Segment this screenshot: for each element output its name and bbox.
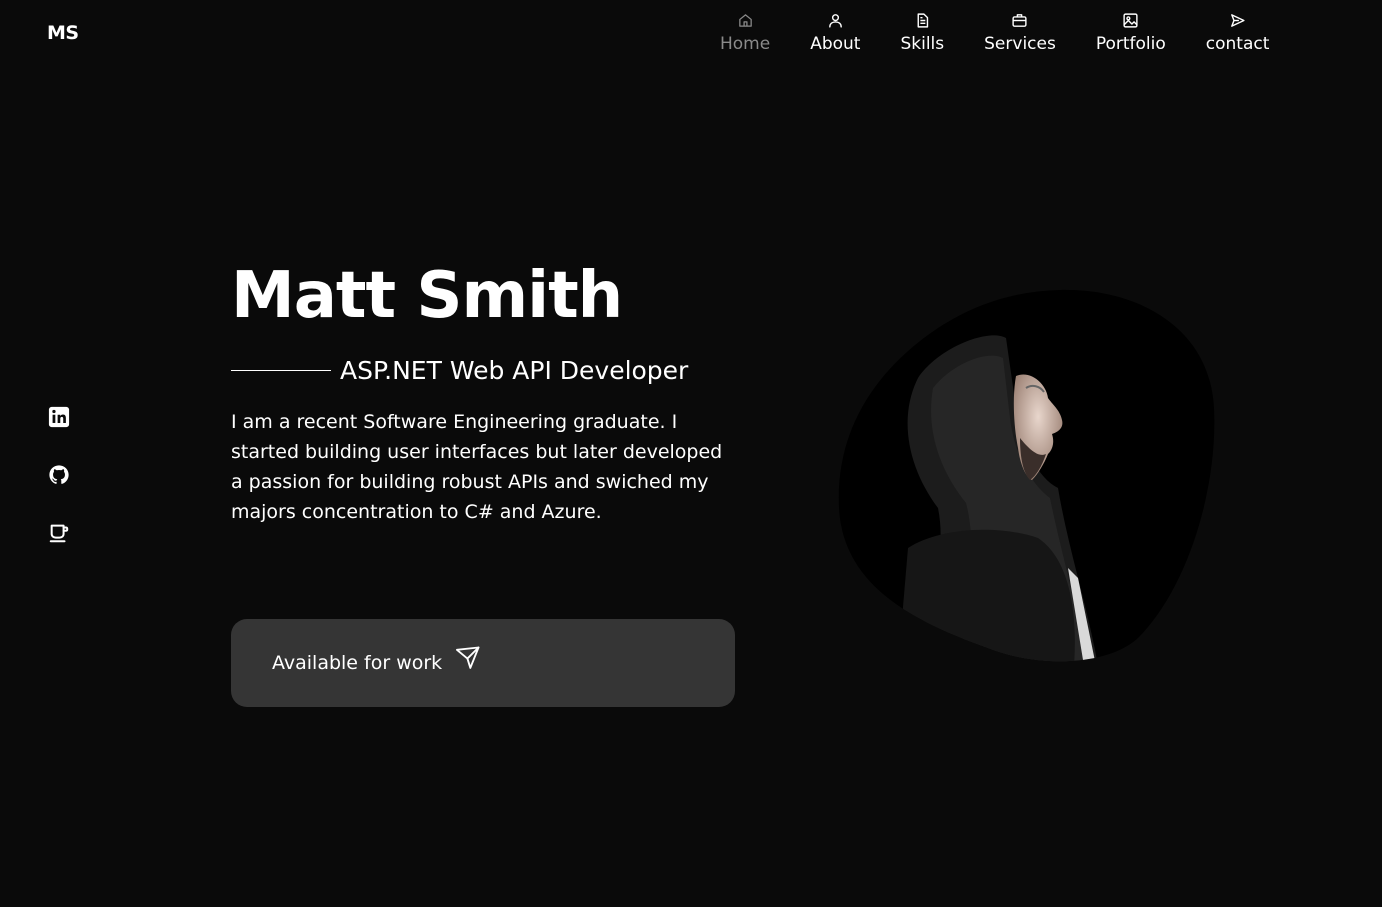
user-icon — [827, 10, 844, 30]
home-icon — [737, 10, 754, 30]
document-icon — [914, 10, 931, 30]
send-icon — [1229, 10, 1246, 30]
nav-item-label: Skills — [900, 34, 945, 54]
hero-bio: I am a recent Software Engineering gradu… — [231, 411, 723, 523]
linkedin-icon — [48, 406, 70, 428]
hero-subtitle-row: ASP.NET Web API Developer — [231, 356, 751, 385]
linkedin-link[interactable] — [47, 405, 71, 429]
coffee-link[interactable] — [47, 521, 71, 545]
available-for-work-button[interactable]: Available for work — [231, 619, 735, 707]
site-logo[interactable]: MS — [47, 22, 79, 44]
cta-label: Available for work — [272, 652, 443, 674]
send-icon — [454, 644, 482, 672]
social-links — [47, 405, 71, 545]
profile-portrait — [838, 288, 1216, 666]
image-icon — [1122, 10, 1139, 30]
nav-item-label: Services — [984, 34, 1056, 54]
nav-item-label: Home — [720, 34, 771, 54]
github-link[interactable] — [47, 463, 71, 487]
coffee-cup-icon — [49, 524, 69, 543]
nav-item-contact[interactable]: contact — [1186, 10, 1290, 54]
nav-item-label: Portfolio — [1095, 34, 1166, 54]
nav-item-label: contact — [1205, 34, 1270, 54]
hero-section: Matt Smith ASP.NET Web API Developer I a… — [231, 258, 751, 527]
nav-item-label: About — [810, 34, 861, 54]
page: MS Home About Skills Services Portfolio … — [0, 0, 1382, 907]
nav-item-home[interactable]: Home — [700, 10, 790, 54]
nav-item-skills[interactable]: Skills — [880, 10, 964, 54]
main-nav: Home About Skills Services Portfolio con… — [700, 10, 1289, 54]
nav-item-services[interactable]: Services — [964, 10, 1076, 54]
subtitle-divider — [231, 369, 331, 372]
briefcase-icon — [1011, 10, 1028, 30]
hero-name: Matt Smith — [231, 259, 623, 333]
nav-item-portfolio[interactable]: Portfolio — [1076, 10, 1186, 54]
github-icon — [49, 465, 69, 484]
nav-item-about[interactable]: About — [790, 10, 880, 54]
hero-subtitle: ASP.NET Web API Developer — [340, 356, 689, 385]
